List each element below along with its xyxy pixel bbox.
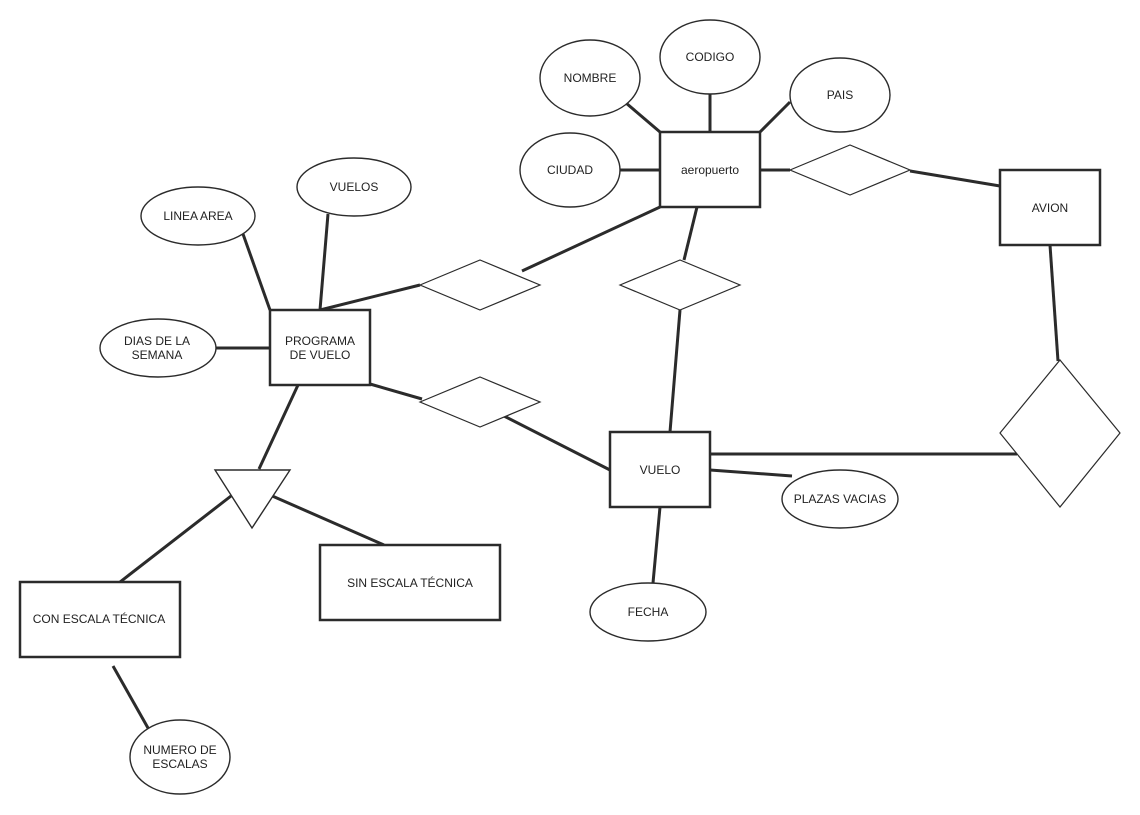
edge-aeropuerto-rel2: [521, 205, 661, 273]
edge-avion-rel5: [1048, 244, 1060, 362]
attribute-dias-label-line1: DIAS DE LA: [124, 334, 190, 348]
attribute-plazas-vacias[interactable]: PLAZAS VACIAS: [781, 469, 899, 529]
attribute-numescalas-label-line1: NUMERO DE: [143, 743, 216, 757]
entity-con-escala-tecnica[interactable]: CON ESCALA TÉCNICA: [18, 580, 182, 659]
entity-vuelo-label: VUELO: [640, 463, 681, 477]
relationship-programa-aeropuerto[interactable]: [418, 259, 542, 311]
attribute-numero-escalas[interactable]: NUMERO DE ESCALAS: [129, 719, 231, 795]
relationship-aeropuerto-avion[interactable]: [788, 144, 912, 196]
attribute-codigo-label: CODIGO: [686, 50, 735, 64]
edge-rel4-vuelo: [501, 413, 611, 472]
attribute-codigo[interactable]: CODIGO: [659, 19, 761, 95]
edge-rel1-avion: [909, 169, 1001, 188]
attribute-pais[interactable]: PAIS: [789, 57, 891, 133]
edge-programa-isa: [257, 384, 300, 470]
entity-avion[interactable]: AVION: [998, 168, 1102, 247]
edge-vuelo-plazas: [709, 468, 793, 478]
entity-aeropuerto[interactable]: aeropuerto: [658, 130, 762, 209]
attribute-ciudad-label: CIUDAD: [547, 163, 593, 177]
entity-avion-label: AVION: [1032, 201, 1068, 215]
attribute-numescalas-label-line2: ESCALAS: [152, 757, 207, 771]
edge-nombre-aeropuerto: [625, 101, 661, 134]
edge-lineaarea-programa: [241, 233, 272, 311]
attribute-fecha-label: FECHA: [628, 605, 669, 619]
edge-rel3-vuelo: [668, 309, 682, 433]
edge-isa-sin: [269, 493, 385, 547]
er-diagram: NOMBRE CODIGO PAIS CIUDAD LINEA AREA VUE…: [18, 19, 1121, 795]
attribute-nombre[interactable]: NOMBRE: [539, 39, 641, 117]
entity-vuelo[interactable]: VUELO: [608, 430, 712, 509]
entity-programa-de-vuelo[interactable]: PROGRAMA DE VUELO: [268, 308, 372, 387]
edge-programa-rel4: [369, 382, 423, 401]
entity-sin-escala-label: SIN ESCALA TÉCNICA: [347, 575, 473, 590]
attribute-vuelos-label: VUELOS: [330, 180, 379, 194]
attribute-vuelos[interactable]: VUELOS: [296, 157, 412, 217]
attribute-ciudad[interactable]: CIUDAD: [519, 132, 621, 208]
edge-vuelos-programa: [318, 213, 330, 311]
edge-con-numescalas: [111, 665, 150, 729]
edge-pais-aeropuerto: [758, 100, 792, 134]
entity-sin-escala-tecnica[interactable]: SIN ESCALA TÉCNICA: [318, 543, 502, 622]
entity-programa-label-line2: DE VUELO: [290, 348, 351, 362]
entity-aeropuerto-label: aeropuerto: [681, 163, 739, 177]
attribute-linea-area[interactable]: LINEA AREA: [140, 186, 256, 246]
edge-aeropuerto-rel3: [682, 206, 699, 261]
relationship-avion-vuelo[interactable]: [999, 359, 1121, 508]
attribute-dias-semana[interactable]: DIAS DE LA SEMANA: [99, 318, 217, 378]
edge-rel2-programa: [319, 283, 421, 312]
edge-vuelo-fecha: [651, 506, 662, 584]
entity-programa-label-line1: PROGRAMA: [285, 334, 355, 348]
attribute-dias-label-line2: SEMANA: [132, 348, 183, 362]
edge-isa-con: [119, 494, 232, 584]
attribute-plazas-label: PLAZAS VACIAS: [794, 492, 886, 506]
attribute-fecha[interactable]: FECHA: [589, 582, 707, 642]
entity-con-escala-label: CON ESCALA TÉCNICA: [33, 611, 165, 626]
relationship-aeropuerto-vuelo[interactable]: [618, 259, 742, 311]
attribute-linea-area-label: LINEA AREA: [163, 209, 232, 223]
attribute-pais-label: PAIS: [827, 88, 853, 102]
attribute-nombre-label: NOMBRE: [564, 71, 617, 85]
relationship-programa-vuelo[interactable]: [418, 376, 542, 428]
